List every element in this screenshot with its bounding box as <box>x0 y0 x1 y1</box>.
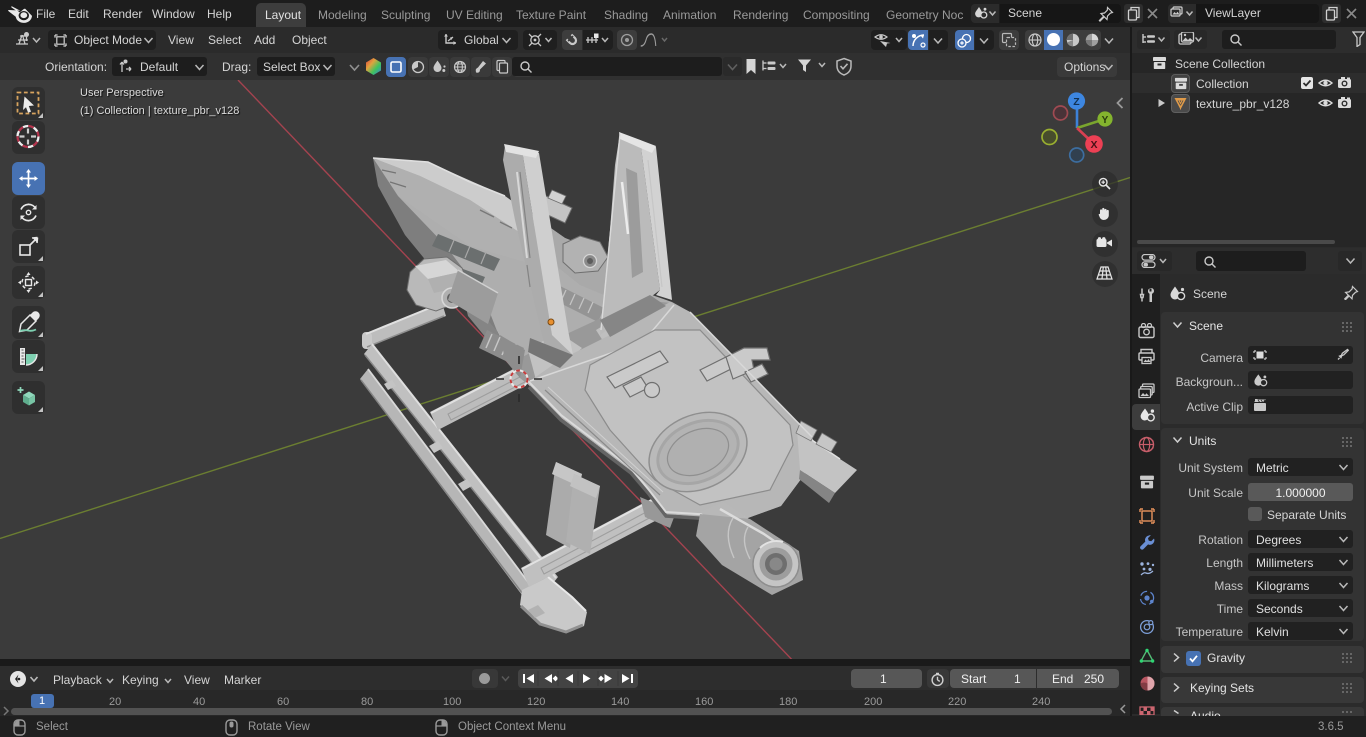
svg-text:Y: Y <box>1102 115 1109 126</box>
svg-text:Z: Z <box>1073 96 1080 108</box>
svg-text:X: X <box>1090 139 1097 151</box>
